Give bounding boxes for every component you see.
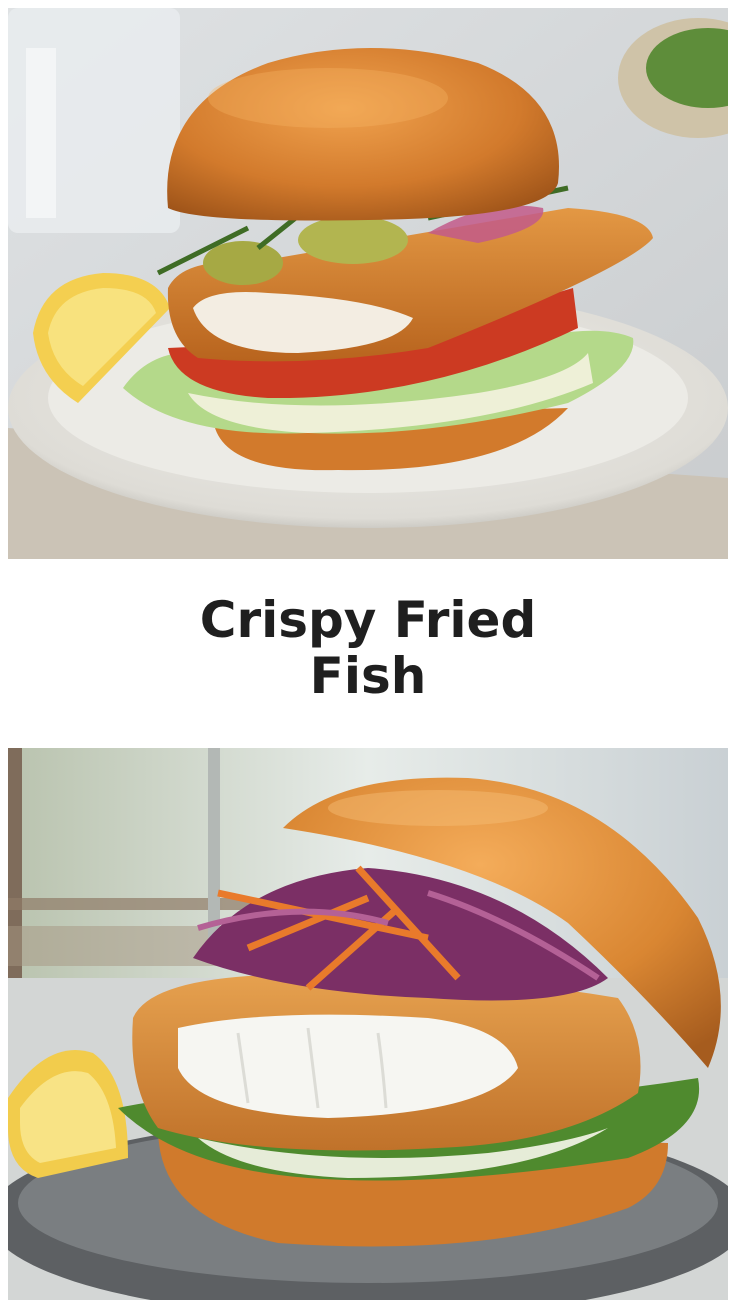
title-line-2: Fish bbox=[309, 647, 427, 705]
top-sandwich-photo bbox=[8, 8, 728, 559]
title-block: Crispy Fried Fish bbox=[0, 592, 736, 704]
title-line-1: Crispy Fried bbox=[199, 591, 537, 649]
bottom-sandwich-photo bbox=[8, 748, 728, 1300]
pickle bbox=[203, 241, 283, 285]
recipe-title: Crispy Fried Fish bbox=[0, 592, 736, 704]
